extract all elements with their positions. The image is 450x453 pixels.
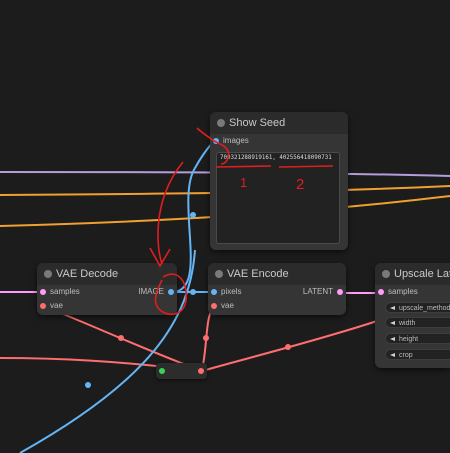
annotation-number-1: 1 <box>240 175 247 190</box>
annotation-underline-1 <box>215 165 272 168</box>
annotation-layer: 1 2 <box>149 127 334 316</box>
annotation-circle <box>154 273 188 316</box>
annotation-number-2: 2 <box>296 176 304 193</box>
annotation-underline-2 <box>278 165 334 168</box>
annotation-loop <box>196 127 230 165</box>
annotation-arrow-curve <box>157 161 184 265</box>
